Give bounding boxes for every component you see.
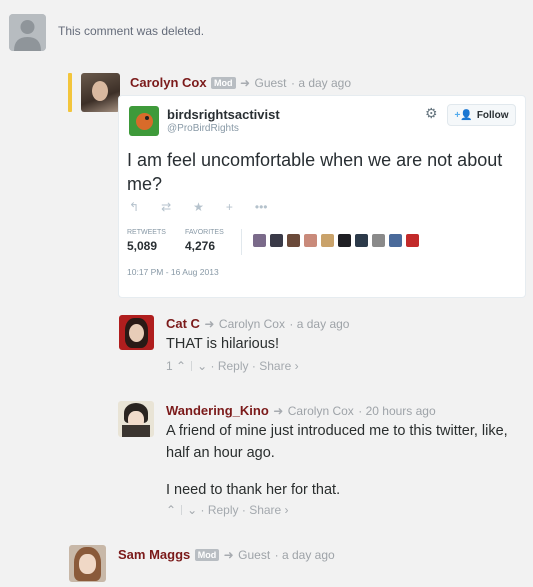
comment-time[interactable]: a day ago (297, 317, 350, 331)
avatar[interactable] (389, 234, 402, 247)
deleted-user-avatar (9, 14, 46, 51)
reply-arrow-icon: ➜ (273, 404, 284, 418)
follow-person-icon[interactable]: + (226, 200, 233, 214)
reply-to-name[interactable]: Guest (238, 548, 270, 562)
reply-arrow-icon: ➜ (204, 317, 215, 331)
comment-actions: 1 ⌃ ⌄ · Reply · Share › (166, 359, 299, 373)
reply-link[interactable]: Reply (208, 503, 239, 517)
vote-count: 1 (166, 359, 173, 373)
avatar[interactable] (406, 234, 419, 247)
retweet-icon[interactable]: ⇄ (161, 200, 171, 214)
comment-header: Wandering_Kino ➜ Carolyn Cox · 20 hours … (166, 403, 436, 418)
comment-time[interactable]: a day ago (282, 548, 335, 562)
avatar[interactable] (81, 73, 120, 112)
avatar[interactable] (372, 234, 385, 247)
reply-arrow-icon: ➜ (239, 76, 251, 90)
tweet-author-handle[interactable]: @ProBirdRights (167, 123, 239, 134)
avatar[interactable] (338, 234, 351, 247)
deleted-comment-text: This comment was deleted. (58, 24, 205, 38)
comment-time[interactable]: 20 hours ago (366, 404, 436, 418)
favorites-label: FAVORITES (185, 229, 224, 236)
moderator-highlight-bar (68, 73, 72, 112)
mod-badge: Mod (194, 549, 220, 561)
comment-actions: ⌃ ⌄ · Reply · Share › (166, 503, 289, 517)
comment-body-line: I need to thank her for that. (166, 482, 341, 498)
comment-body: THAT is hilarious! (166, 336, 280, 352)
author-name[interactable]: Carolyn Cox (130, 75, 207, 90)
comment-header: Sam Maggs Mod ➜ Guest · a day ago (118, 547, 335, 562)
tweet-text: I am feel uncomfortable when we are not … (127, 150, 503, 194)
tweet-date[interactable]: 10:17 PM - 16 Aug 2013 (127, 267, 219, 277)
avatar[interactable] (304, 234, 317, 247)
retweets-label: RETWEETS (127, 229, 166, 236)
gear-icon[interactable]: ⚙ (425, 105, 438, 122)
favorites-count[interactable]: 4,276 (185, 239, 215, 253)
avatar[interactable] (270, 234, 283, 247)
comment-header: Cat C ➜ Carolyn Cox · a day ago (166, 316, 350, 331)
avatar[interactable] (253, 234, 266, 247)
follow-button[interactable]: +👤 Follow (447, 104, 516, 126)
retweets-count[interactable]: 5,089 (127, 239, 157, 253)
user-placeholder-icon (9, 14, 46, 51)
downvote-icon[interactable]: ⌄ (197, 359, 207, 373)
comment-time[interactable]: a day ago (298, 76, 351, 90)
comment-header: Carolyn Cox Mod ➜ Guest · a day ago (130, 75, 352, 90)
avatar[interactable] (355, 234, 368, 247)
favoriter-avatars (253, 234, 419, 247)
author-name[interactable]: Wandering_Kino (166, 403, 269, 418)
avatar[interactable] (118, 401, 154, 437)
tweet-author-name[interactable]: birdsrightsactivist (167, 107, 280, 122)
share-link[interactable]: Share › (259, 359, 298, 373)
reply-to-name[interactable]: Guest (255, 76, 287, 90)
upvote-icon[interactable]: ⌃ (166, 503, 176, 517)
star-icon[interactable]: ★ (193, 200, 204, 214)
author-name[interactable]: Cat C (166, 316, 200, 331)
avatar[interactable] (69, 545, 106, 582)
reply-to-name[interactable]: Carolyn Cox (219, 317, 285, 331)
reply-arrow-icon: ➜ (223, 548, 234, 562)
twitter-reply-icon[interactable]: ↰ (129, 200, 139, 214)
avatar[interactable] (119, 315, 154, 350)
comment-body-line: half an hour ago. (166, 445, 275, 461)
mod-badge: Mod (211, 77, 236, 89)
reply-link[interactable]: Reply (218, 359, 249, 373)
embedded-tweet[interactable]: birdsrightsactivist @ProBirdRights ⚙ +👤 … (118, 95, 526, 298)
tweet-avatar[interactable] (129, 106, 159, 136)
comment-body-line: A friend of mine just introduced me to t… (166, 423, 508, 439)
share-link[interactable]: Share › (249, 503, 288, 517)
avatar[interactable] (321, 234, 334, 247)
more-icon[interactable]: ••• (255, 200, 268, 214)
author-name[interactable]: Sam Maggs (118, 547, 190, 562)
downvote-icon[interactable]: ⌄ (187, 503, 197, 517)
tweet-actions: ↰ ⇄ ★ + ••• (129, 198, 290, 216)
avatar[interactable] (287, 234, 300, 247)
upvote-icon[interactable]: ⌃ (176, 359, 186, 373)
follow-person-icon: +👤 (454, 109, 473, 121)
reply-to-name[interactable]: Carolyn Cox (288, 404, 354, 418)
